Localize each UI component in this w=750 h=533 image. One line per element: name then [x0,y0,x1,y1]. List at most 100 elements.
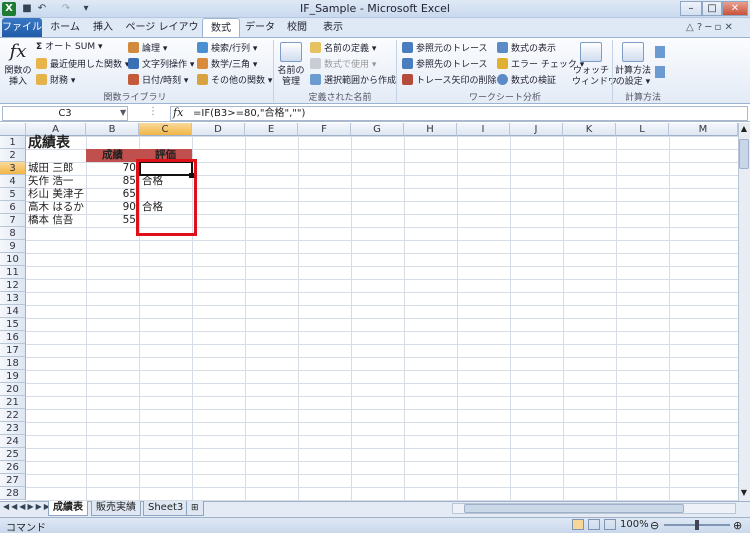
watch-window-button[interactable]: ウォッチ ウィンドウ [572,66,617,88]
minimize-button[interactable]: – [680,1,702,16]
evaluate-formula-button[interactable]: 数式の検証 [497,74,556,87]
zoom-slider-thumb[interactable] [695,520,699,530]
name-manager-icon[interactable] [280,42,302,62]
name-box-dropdown-icon[interactable]: ▼ [120,108,126,117]
student-score[interactable]: 90 [86,201,136,214]
vertical-scrollbar[interactable] [738,123,750,501]
autosum-button[interactable]: Σ オート SUM ▾ [36,42,102,53]
name-box[interactable]: C3 [2,106,128,121]
column-header[interactable]: J [510,123,563,136]
scroll-down-icon[interactable]: ▼ [739,488,749,500]
student-name[interactable]: 杉山 美津子 [28,188,84,201]
insert-function-fx-icon[interactable]: fx [173,106,183,119]
calc-now-icon[interactable] [655,46,665,58]
row-header[interactable]: 10 [0,253,26,266]
column-header[interactable]: E [245,123,298,136]
row-header[interactable]: 16 [0,331,26,344]
tab-review[interactable]: 校閲 [282,18,312,38]
student-score[interactable]: 85 [86,175,136,188]
use-in-formula-button[interactable]: 数式で使用 ▾ [310,58,376,71]
row-header[interactable]: 28 [0,487,26,500]
maximize-button[interactable]: □ [702,1,722,16]
row-header[interactable]: 5 [0,188,26,201]
formula-input[interactable]: =IF(B3>=80,"合格","") [170,106,748,121]
zoom-level[interactable]: 100% [620,519,649,530]
zoom-in-icon[interactable]: ⊕ [733,519,742,532]
tab-formulas[interactable]: 数式 [202,18,240,38]
column-header[interactable]: M [669,123,738,136]
tab-page-layout[interactable]: ページ レイアウト [124,18,200,52]
row-header[interactable]: 23 [0,422,26,435]
row-header[interactable]: 7 [0,214,26,227]
logical-button[interactable]: 論理 ▾ [128,42,167,55]
zoom-out-icon[interactable]: ⊖ [650,519,659,532]
row-header[interactable]: 22 [0,409,26,422]
student-name[interactable]: 橋本 信吾 [28,214,73,227]
row-header[interactable]: 8 [0,227,26,240]
row-header[interactable]: 4 [0,175,26,188]
sheet-tab[interactable]: Sheet3 [143,501,189,516]
row-header[interactable]: 24 [0,435,26,448]
scroll-up-icon[interactable]: ▲ [739,124,749,136]
trace-dependents-button[interactable]: 参照先のトレース [402,58,488,71]
column-header[interactable]: I [457,123,510,136]
calc-options-button[interactable]: 計算方法 の設定 ▾ [614,66,652,88]
row-header[interactable]: 19 [0,370,26,383]
row-header[interactable]: 25 [0,448,26,461]
column-header[interactable]: F [298,123,351,136]
row-header[interactable]: 2 [0,149,26,162]
show-formulas-button[interactable]: 数式の表示 [497,42,556,55]
row-header[interactable]: 20 [0,383,26,396]
row-header[interactable]: 13 [0,292,26,305]
select-all-corner[interactable] [0,123,26,136]
column-header[interactable]: C [139,123,192,136]
column-header[interactable]: L [616,123,669,136]
row-header[interactable]: 26 [0,461,26,474]
financial-button[interactable]: 財務 ▾ [36,74,75,87]
student-name[interactable]: 城田 三郎 [28,162,73,175]
tab-home[interactable]: ホーム [48,18,82,38]
student-score[interactable]: 55 [86,214,136,227]
text-button[interactable]: 文字列操作 ▾ [128,58,194,71]
insert-sheet-icon[interactable]: ⊞ [186,501,204,516]
column-header[interactable]: B [86,123,139,136]
row-header[interactable]: 3 [0,162,26,175]
sheet-title[interactable]: 成績表 [28,136,70,150]
worksheet-grid[interactable]: A B C D E F G H I J K L M 1 2 3 4 5 6 7 8 9 10 11 1… [0,123,738,501]
name-manager-button[interactable]: 名前の 管理 [276,66,306,88]
row-header[interactable]: 15 [0,318,26,331]
insert-function-button[interactable]: 関数の 挿入 [4,66,32,88]
remove-arrows-button[interactable]: トレース矢印の削除 ▾ [402,74,504,87]
normal-view-icon[interactable] [572,519,584,530]
student-name[interactable]: 矢作 浩一 [28,175,73,188]
column-header[interactable]: D [192,123,245,136]
more-functions-button[interactable]: その他の関数 ▾ [197,74,272,87]
row-header[interactable]: 14 [0,305,26,318]
tab-view[interactable]: 表示 [318,18,348,38]
row-header[interactable]: 27 [0,474,26,487]
h-scroll-thumb[interactable] [464,504,684,513]
student-name[interactable]: 高木 はるか [28,201,84,214]
sheet-tab-active[interactable]: 成績表 [48,501,88,516]
recent-functions-button[interactable]: 最近使用した関数 ▾ [36,58,129,71]
column-header[interactable]: G [351,123,404,136]
insert-function-icon[interactable]: fx [6,41,30,63]
datetime-button[interactable]: 日付/時刻 ▾ [128,74,188,87]
header-score[interactable]: 成績 [86,149,139,162]
tab-insert[interactable]: 挿入 [88,18,118,38]
page-break-view-icon[interactable] [604,519,616,530]
row-header[interactable]: 9 [0,240,26,253]
column-header[interactable]: H [404,123,457,136]
lookup-button[interactable]: 検索/行列 ▾ [197,42,257,55]
row-header[interactable]: 12 [0,279,26,292]
row-header[interactable]: 21 [0,396,26,409]
row-header[interactable]: 11 [0,266,26,279]
calc-options-icon[interactable] [622,42,644,62]
tab-data[interactable]: データ [244,18,276,38]
math-button[interactable]: 数学/三角 ▾ [197,58,257,71]
student-score[interactable]: 70 [86,162,136,175]
sheet-tab[interactable]: 販売実績 [91,501,141,516]
student-score[interactable]: 65 [86,188,136,201]
page-layout-view-icon[interactable] [588,519,600,530]
calc-sheet-icon[interactable] [655,66,665,78]
